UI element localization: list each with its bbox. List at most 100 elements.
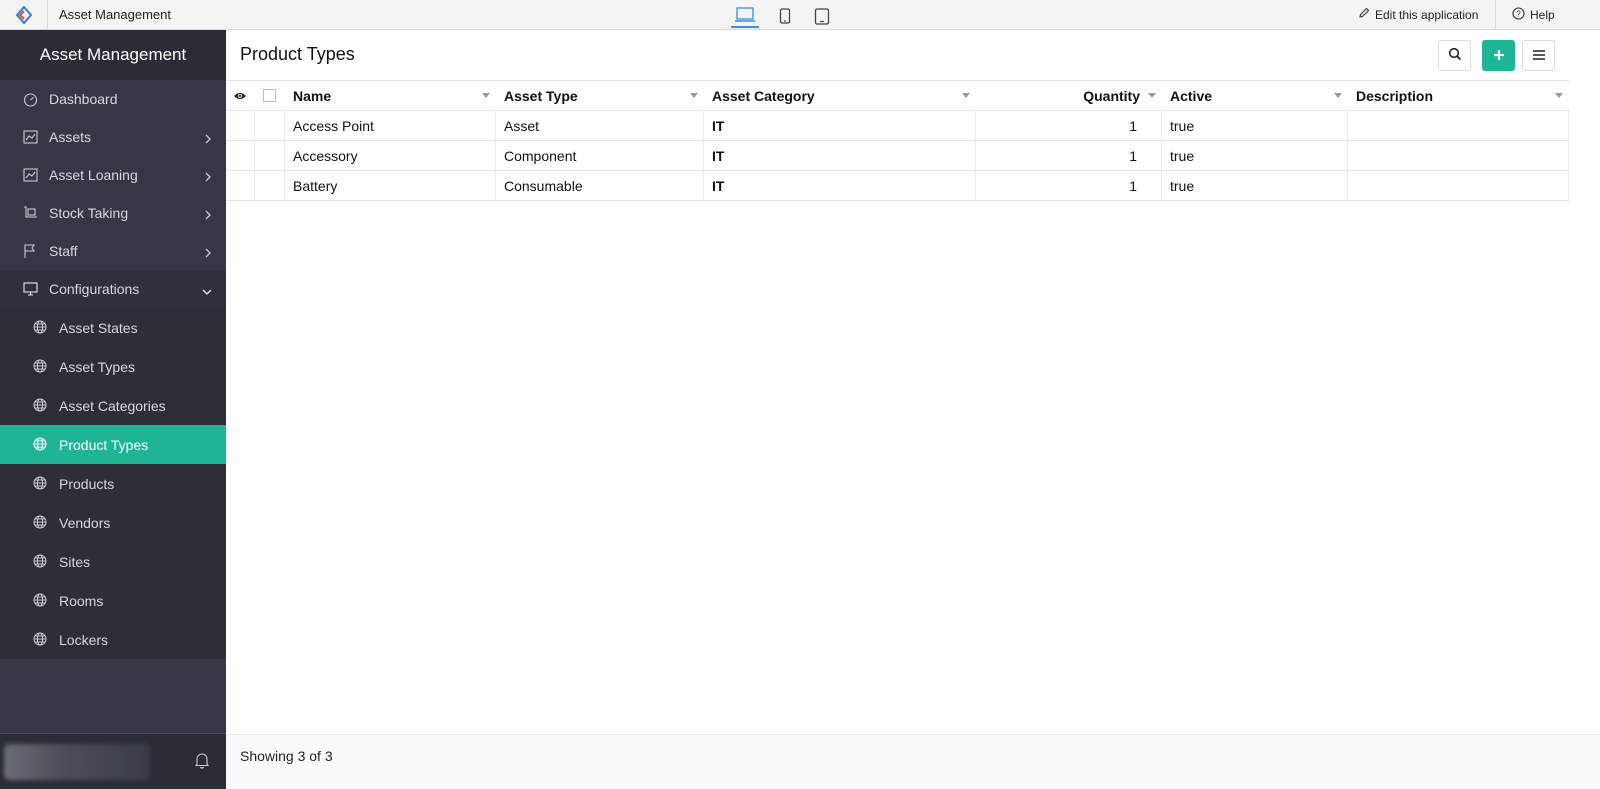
column-header-active[interactable]: Active xyxy=(1162,81,1348,110)
sidebar-item-label: Product Types xyxy=(59,436,149,453)
eye-icon xyxy=(233,88,247,104)
sort-caret-icon[interactable] xyxy=(482,93,490,98)
sidebar-item-label: Asset Types xyxy=(59,358,136,375)
sort-caret-icon[interactable] xyxy=(1334,93,1342,98)
table-row[interactable]: Battery Consumable IT 1 true xyxy=(226,171,1569,201)
sidebar-item-label: Vendors xyxy=(59,514,111,531)
main-content: Product Types Name Asset Type Asset Cate… xyxy=(226,30,1600,789)
column-header-label: Description xyxy=(1356,87,1434,104)
sidebar-item-sites[interactable]: Sites xyxy=(0,542,226,581)
sidebar-title: Asset Management xyxy=(0,30,226,80)
sort-caret-icon[interactable] xyxy=(962,93,970,98)
configurations-submenu: Asset States Asset Types Asset Categorie… xyxy=(0,308,226,659)
globe-icon xyxy=(33,515,48,530)
globe-icon xyxy=(33,632,48,647)
page-title: Product Types xyxy=(240,44,355,64)
sidebar-item-lockers[interactable]: Lockers xyxy=(0,620,226,659)
table-row[interactable]: Accessory Component IT 1 true xyxy=(226,141,1569,171)
cell-active: true xyxy=(1162,141,1348,170)
sidebar-item-product-types[interactable]: Product Types xyxy=(0,425,226,464)
column-header-asset-type[interactable]: Asset Type xyxy=(496,81,704,110)
sidebar-item-label: Products xyxy=(59,475,115,492)
cell-active: true xyxy=(1162,171,1348,200)
desktop-view-icon[interactable] xyxy=(731,4,759,28)
globe-icon xyxy=(33,593,48,608)
select-all-cell xyxy=(255,81,285,110)
row-gutter xyxy=(226,171,255,200)
app-logo-icon[interactable] xyxy=(0,0,48,30)
edit-application-link[interactable]: Edit this application xyxy=(1358,7,1478,22)
cell-active: true xyxy=(1162,111,1348,140)
sidebar-item-staff[interactable]: Staff xyxy=(0,232,226,270)
edit-application-label: Edit this application xyxy=(1375,7,1479,22)
record-count: Showing 3 of 3 xyxy=(240,748,333,764)
cart-icon xyxy=(22,205,38,221)
cell-asset-category: IT xyxy=(704,111,976,140)
chevron-right-icon xyxy=(204,169,212,185)
cell-quantity: 1 xyxy=(976,171,1162,200)
chevron-right-icon xyxy=(204,245,212,261)
globe-icon xyxy=(33,554,48,569)
sort-caret-icon[interactable] xyxy=(1148,93,1156,98)
bell-icon[interactable] xyxy=(194,752,210,772)
column-header-label: Quantity xyxy=(1083,87,1140,104)
sidebar-item-label: Staff xyxy=(49,243,78,259)
hamburger-icon xyxy=(1532,48,1546,64)
sidebar-item-label: Asset Categories xyxy=(59,397,166,414)
row-select-cell[interactable] xyxy=(255,141,285,170)
column-header-description[interactable]: Description xyxy=(1348,81,1569,110)
column-header-label: Active xyxy=(1170,87,1213,104)
column-header-label: Asset Type xyxy=(504,87,578,104)
tablet-view-icon[interactable] xyxy=(808,4,836,28)
menu-button[interactable] xyxy=(1522,40,1555,71)
sidebar-item-dashboard[interactable]: Dashboard xyxy=(0,80,226,118)
column-header-label: Name xyxy=(293,87,332,104)
sidebar-item-asset-states[interactable]: Asset States xyxy=(0,308,226,347)
help-link[interactable]: ? Help xyxy=(1512,7,1555,23)
search-button[interactable] xyxy=(1438,40,1471,71)
cell-quantity: 1 xyxy=(976,111,1162,140)
row-select-cell[interactable] xyxy=(255,171,285,200)
chevron-right-icon xyxy=(204,207,212,223)
search-icon xyxy=(1448,47,1462,64)
sidebar-item-vendors[interactable]: Vendors xyxy=(0,503,226,542)
user-profile-blurred[interactable] xyxy=(4,744,150,780)
sidebar-item-asset-categories[interactable]: Asset Categories xyxy=(0,386,226,425)
column-visibility-toggle[interactable] xyxy=(226,81,255,110)
globe-icon xyxy=(33,359,48,374)
table-footer: Showing 3 of 3 xyxy=(226,734,1600,789)
row-gutter xyxy=(226,111,255,140)
column-header-label: Asset Category xyxy=(712,87,815,104)
cell-name: Battery xyxy=(285,171,496,200)
column-header-asset-category[interactable]: Asset Category xyxy=(704,81,976,110)
table-row[interactable]: Access Point Asset IT 1 true xyxy=(226,111,1569,141)
svg-text:?: ? xyxy=(1516,10,1521,19)
cell-name: Accessory xyxy=(285,141,496,170)
sidebar-item-assets[interactable]: Assets xyxy=(0,118,226,156)
select-all-checkbox[interactable] xyxy=(263,89,276,102)
sidebar-item-label: Asset States xyxy=(59,319,138,336)
chart-icon xyxy=(22,167,38,183)
sidebar: Asset Management Dashboard Assets Asset … xyxy=(0,30,226,789)
sidebar-item-label: Configurations xyxy=(49,281,140,297)
globe-icon xyxy=(33,437,48,452)
sort-caret-icon[interactable] xyxy=(1555,93,1563,98)
sidebar-item-label: Dashboard xyxy=(49,91,118,107)
globe-icon xyxy=(33,398,48,413)
column-header-quantity[interactable]: Quantity xyxy=(976,81,1162,110)
add-button[interactable] xyxy=(1482,40,1515,71)
cell-asset-type: Asset xyxy=(496,111,704,140)
mobile-view-icon[interactable] xyxy=(771,4,799,28)
globe-icon xyxy=(33,320,48,335)
column-header-name[interactable]: Name xyxy=(285,81,496,110)
sidebar-item-configurations[interactable]: Configurations xyxy=(0,270,226,308)
cell-asset-type: Component xyxy=(496,141,704,170)
sidebar-item-asset-loaning[interactable]: Asset Loaning xyxy=(0,156,226,194)
table-header-row: Name Asset Type Asset Category Quantity … xyxy=(226,80,1569,111)
sidebar-item-products[interactable]: Products xyxy=(0,464,226,503)
sidebar-item-rooms[interactable]: Rooms xyxy=(0,581,226,620)
row-select-cell[interactable] xyxy=(255,111,285,140)
sidebar-item-stock-taking[interactable]: Stock Taking xyxy=(0,194,226,232)
sidebar-item-asset-types[interactable]: Asset Types xyxy=(0,347,226,386)
sort-caret-icon[interactable] xyxy=(690,93,698,98)
